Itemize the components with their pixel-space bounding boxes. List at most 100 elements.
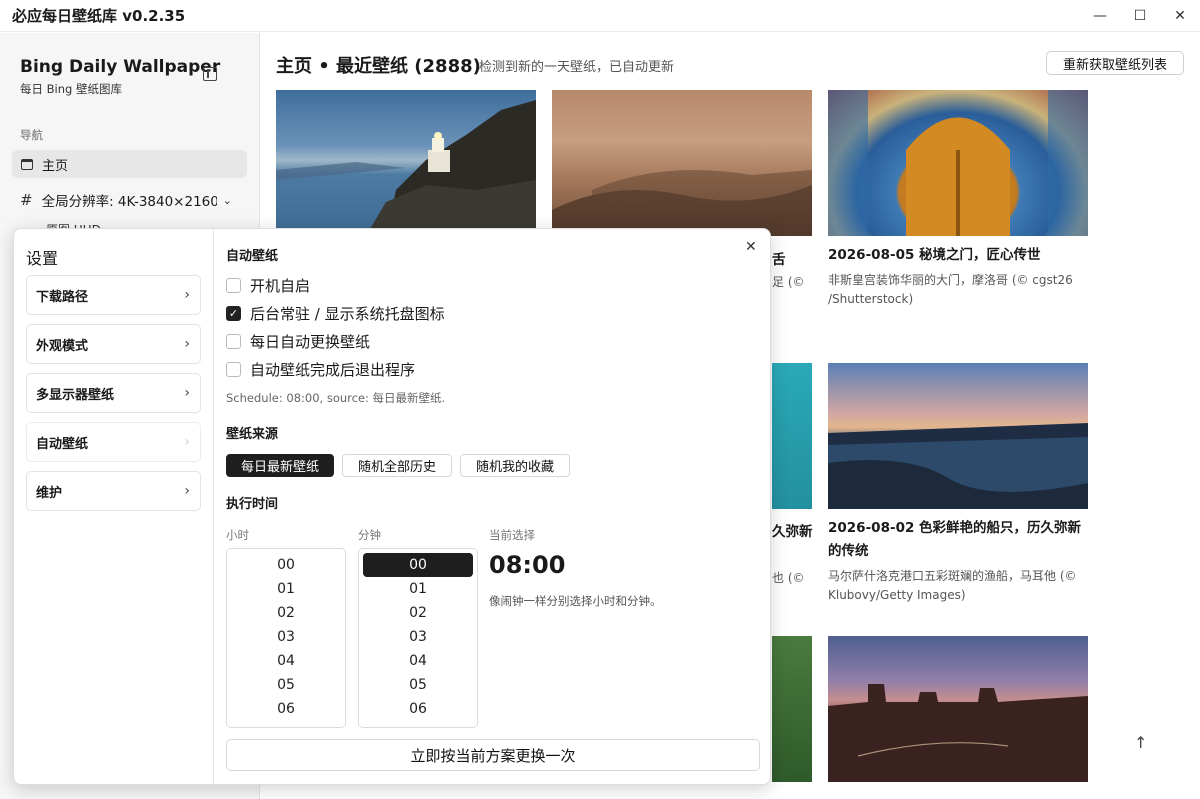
apply-now-button[interactable]: 立即按当前方案更换一次 xyxy=(226,739,760,771)
settings-menu: 设置 下载路径 › 外观模式 › 多显示器壁纸 › 自动壁纸 › 维护 › xyxy=(14,229,214,786)
menu-item-label: 自动壁纸 xyxy=(36,436,89,452)
wallpaper-thumbnail-partial[interactable] xyxy=(772,636,812,782)
lighthouse-image xyxy=(276,100,536,236)
maximize-button[interactable]: ☐ xyxy=(1120,0,1160,32)
wallpaper-thumbnail[interactable] xyxy=(552,90,812,236)
title-bar: 必应每日壁纸库 v0.2.35 — ☐ ✕ xyxy=(0,0,1200,32)
sidebar-item-home[interactable]: 主页 xyxy=(12,150,247,178)
current-selection-hint: 像闹钟一样分别选择小时和分钟。 xyxy=(489,594,662,608)
card-title-fragment: 舌 xyxy=(772,252,786,268)
chevron-right-icon: › xyxy=(184,385,190,401)
minute-option[interactable]: 05 xyxy=(363,673,473,697)
card-title: 的传统 xyxy=(828,543,869,559)
wallpaper-thumbnail-partial[interactable] xyxy=(772,363,812,509)
app-name: Bing Daily Wallpaper xyxy=(20,57,221,77)
window-controls: — ☐ ✕ xyxy=(1080,0,1200,32)
minute-option[interactable]: 03 xyxy=(363,625,473,649)
refresh-list-button[interactable]: 重新获取壁纸列表 xyxy=(1046,51,1184,75)
resolution-label: 全局分辨率: 4K-3840×2160 xyxy=(41,194,217,210)
hour-option[interactable]: 00 xyxy=(231,553,341,577)
menu-item-label: 多显示器壁纸 xyxy=(36,387,115,403)
hour-option[interactable]: 01 xyxy=(231,577,341,601)
page-title: 主页 • 最近壁纸 (2888) xyxy=(276,56,481,77)
settings-menu-download-path[interactable]: 下载路径 › xyxy=(26,275,201,315)
card-title: 2026-08-05 秘境之门，匠心传世 xyxy=(828,247,1041,263)
hour-option[interactable]: 06 xyxy=(231,697,341,721)
settings-menu-appearance[interactable]: 外观模式 › xyxy=(26,324,201,364)
time-heading: 执行时间 xyxy=(226,497,279,512)
current-selection-label: 当前选择 xyxy=(489,528,535,542)
monument-valley-image xyxy=(828,684,1088,782)
sidebar-collapse-icon[interactable] xyxy=(203,67,217,81)
minute-option[interactable]: 04 xyxy=(363,649,473,673)
checkbox-label: 每日自动更换壁纸 xyxy=(250,333,371,351)
settings-dialog: 设置 下载路径 › 外观模式 › 多显示器壁纸 › 自动壁纸 › 维护 › ✕ … xyxy=(13,228,771,786)
source-heading: 壁纸来源 xyxy=(226,427,279,442)
menu-item-label: 外观模式 xyxy=(36,338,89,354)
card-title: 2026-08-02 色彩鲜艳的船只，历久弥新 xyxy=(828,520,1082,536)
update-status: 检测到新的一天壁纸，已自动更新 xyxy=(479,60,675,75)
checkbox-exit-after[interactable]: 自动壁纸完成后退出程序 xyxy=(226,359,415,380)
checkbox-label: 自动壁纸完成后退出程序 xyxy=(250,361,416,379)
card-description: 马尔萨什洛克港口五彩斑斓的渔船，马耳他 (© xyxy=(828,569,1077,583)
source-latest-button[interactable]: 每日最新壁纸 xyxy=(226,454,334,477)
wildebeest-image xyxy=(552,170,812,236)
source-random-history-button[interactable]: 随机全部历史 xyxy=(342,454,452,477)
settings-menu-maintenance[interactable]: 维护 › xyxy=(26,471,201,511)
hour-label: 小时 xyxy=(226,528,249,542)
checkbox-label: 开机自启 xyxy=(250,277,311,295)
checkbox[interactable] xyxy=(226,362,241,377)
sidebar-item-label: 主页 xyxy=(42,158,69,174)
card-title-fragment: 久弥新 xyxy=(772,524,813,540)
card-description-fragment: 足 (© xyxy=(772,275,805,289)
moroccan-door-image xyxy=(828,90,1088,236)
minute-option[interactable]: 02 xyxy=(363,601,473,625)
checkbox-daily-change[interactable]: 每日自动更换壁纸 xyxy=(226,331,370,352)
settings-menu-auto-wallpaper[interactable]: 自动壁纸 › xyxy=(26,422,201,462)
card-description: /Shutterstock) xyxy=(828,292,914,306)
checkbox-label: 后台常驻 / 显示系统托盘图标 xyxy=(250,305,445,323)
schedule-hint: Schedule: 08:00, source: 每日最新壁纸. xyxy=(226,391,446,405)
minute-picker[interactable]: 00 01 02 03 04 05 06 xyxy=(358,548,478,728)
current-time-value: 08:00 xyxy=(489,551,566,579)
hour-option[interactable]: 03 xyxy=(231,625,341,649)
minute-option[interactable]: 06 xyxy=(363,697,473,721)
nav-section-label: 导航 xyxy=(20,128,43,142)
card-description-fragment: 也 (© xyxy=(772,571,805,585)
chevron-right-icon: › xyxy=(184,434,190,450)
resolution-selector[interactable]: # 全局分辨率: 4K-3840×2160 ⌄ xyxy=(12,186,247,214)
minute-option-selected[interactable]: 00 xyxy=(363,553,473,577)
checkbox[interactable] xyxy=(226,278,241,293)
chevron-right-icon: › xyxy=(184,287,190,303)
app-subtitle: 每日 Bing 壁纸图库 xyxy=(20,82,122,96)
settings-title: 设置 xyxy=(26,249,59,268)
hour-option[interactable]: 04 xyxy=(231,649,341,673)
hour-picker[interactable]: 00 01 02 03 04 05 06 xyxy=(226,548,346,728)
chevron-right-icon: › xyxy=(184,483,190,499)
minimize-button[interactable]: — xyxy=(1080,0,1120,32)
menu-item-label: 下载路径 xyxy=(36,289,89,305)
hour-option[interactable]: 05 xyxy=(231,673,341,697)
hour-option[interactable]: 02 xyxy=(231,601,341,625)
card-description: Klubovy/Getty Images) xyxy=(828,588,966,602)
wallpaper-thumbnail[interactable] xyxy=(828,363,1088,509)
card-description: 非斯皇宫装饰华丽的大门，摩洛哥 (© cgst26 xyxy=(828,273,1073,287)
checkbox-autostart[interactable]: 开机自启 xyxy=(226,275,310,296)
source-random-favorites-button[interactable]: 随机我的收藏 xyxy=(460,454,570,477)
menu-item-label: 维护 xyxy=(36,485,63,501)
chevron-right-icon: › xyxy=(184,336,190,352)
chevron-down-icon: ⌄ xyxy=(222,193,232,207)
scroll-to-top-icon[interactable]: ↑ xyxy=(1134,733,1147,752)
checkbox-tray[interactable]: ✓ 后台常驻 / 显示系统托盘图标 xyxy=(226,303,445,324)
minute-label: 分钟 xyxy=(358,528,381,542)
wallpaper-thumbnail[interactable] xyxy=(828,90,1088,236)
checkbox[interactable] xyxy=(226,334,241,349)
minute-option[interactable]: 01 xyxy=(363,577,473,601)
close-icon[interactable]: ✕ xyxy=(745,239,757,255)
checkbox[interactable]: ✓ xyxy=(226,306,241,321)
wallpaper-thumbnail[interactable] xyxy=(276,90,536,236)
auto-wallpaper-heading: 自动壁纸 xyxy=(226,249,279,264)
close-window-button[interactable]: ✕ xyxy=(1160,0,1200,32)
wallpaper-thumbnail[interactable] xyxy=(828,636,1088,782)
settings-menu-multi-monitor[interactable]: 多显示器壁纸 › xyxy=(26,373,201,413)
